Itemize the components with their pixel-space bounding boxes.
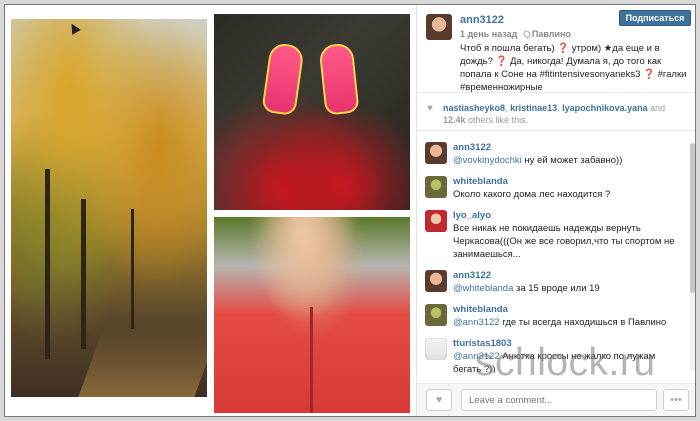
photo-girl-selfie[interactable]	[214, 217, 410, 413]
follow-button[interactable]: Подписаться	[619, 10, 691, 26]
more-options-button[interactable]: •••	[663, 389, 689, 411]
comment-username[interactable]: whiteblanda	[453, 303, 683, 316]
right-shoe	[318, 42, 360, 116]
comment-item: whiteblanda Около какого дома лес находи…	[417, 175, 689, 201]
forest-path	[78, 327, 207, 397]
likes-bar: ♥ nastiasheyko8, kristinae13, lyapochnik…	[417, 93, 695, 131]
comments-list[interactable]: ann3122 @vovkinydochki ну ей может забав…	[417, 133, 689, 373]
comment-text: Около какого дома лес находится ?	[453, 189, 611, 200]
comment-text: за 15 вроде или 19	[516, 283, 600, 294]
comment-item: tturistas1803 @ann3122 Анютка кроссы не …	[417, 337, 689, 373]
like-user[interactable]: nastiasheyko8	[443, 103, 505, 113]
avatar[interactable]	[425, 176, 447, 198]
comment-item: lyo_alyo Все никак не покидаешь надежды …	[417, 209, 689, 261]
like-user[interactable]: lyapochnikova.yana	[562, 103, 648, 113]
post-meta: 1 день назад Павлино	[460, 29, 571, 39]
like-button[interactable]: ♥	[426, 389, 452, 411]
vest-zipper	[310, 307, 313, 413]
tree-trunk	[81, 199, 86, 349]
post-location[interactable]: Павлино	[532, 29, 571, 39]
comment-input[interactable]	[461, 389, 657, 411]
comment-mention[interactable]: @ann3122	[453, 351, 500, 362]
post-caption: Чтоб я пошла бегать) ❓ утром) ★да еще и …	[460, 43, 687, 93]
avatar[interactable]	[425, 304, 447, 326]
likes-and: and	[650, 103, 666, 113]
tree-trunk	[131, 209, 134, 329]
location-pin-icon	[521, 29, 532, 39]
comment-username[interactable]: whiteblanda	[453, 175, 683, 188]
comment-text: где ты всегда находишься в Павлино	[502, 317, 667, 328]
like-user[interactable]: kristinae13	[510, 103, 557, 113]
post-sidebar: ann3122 1 день назад Павлино Подписаться…	[416, 5, 695, 416]
comment-mention[interactable]: @ann3122	[453, 317, 500, 328]
photo-running-shoes[interactable]	[214, 14, 410, 210]
post-username[interactable]: ann3122	[460, 14, 504, 26]
avatar[interactable]	[425, 142, 447, 164]
comment-item: whiteblanda @ann3122 где ты всегда наход…	[417, 303, 689, 329]
avatar[interactable]	[425, 338, 447, 360]
photo-autumn-forest[interactable]	[11, 19, 207, 397]
comment-username[interactable]: ann3122	[453, 269, 683, 282]
comment-text: Все никак не покидаешь надежды вернуть Ч…	[453, 223, 675, 260]
comment-username[interactable]: lyo_alyo	[453, 209, 683, 222]
heart-icon: ♥	[427, 103, 433, 114]
instagram-post-window: ann3122 1 день назад Павлино Подписаться…	[4, 4, 696, 417]
comment-mention[interactable]: @vovkinydochki	[453, 155, 522, 166]
scrollbar-thumb[interactable]	[690, 143, 695, 293]
tree-trunk	[45, 169, 50, 359]
more-icon: •••	[670, 394, 682, 406]
avatar[interactable]	[425, 270, 447, 292]
left-shoe	[261, 41, 305, 117]
comment-item: ann3122 @whiteblanda за 15 вроде или 19	[417, 269, 689, 295]
comment-username[interactable]: ann3122	[453, 141, 683, 154]
heart-icon: ♥	[435, 394, 443, 406]
comment-text: ну ей может забавно))	[524, 155, 623, 166]
avatar[interactable]	[426, 14, 452, 40]
likes-suffix: others like this.	[468, 115, 529, 125]
avatar[interactable]	[425, 210, 447, 232]
comment-username[interactable]: tturistas1803	[453, 337, 683, 350]
likes-count[interactable]: 12.4k	[443, 115, 466, 125]
comment-mention[interactable]: @whiteblanda	[453, 283, 513, 294]
comment-footer: ♥ •••	[417, 383, 695, 416]
photo-collage	[5, 5, 415, 416]
post-header: ann3122 1 день назад Павлино Подписаться…	[417, 5, 695, 93]
comment-item: ann3122 @vovkinydochki ну ей может забав…	[417, 141, 689, 167]
comments-scrollbar[interactable]	[690, 143, 695, 371]
post-time[interactable]: 1 день назад	[460, 29, 517, 39]
